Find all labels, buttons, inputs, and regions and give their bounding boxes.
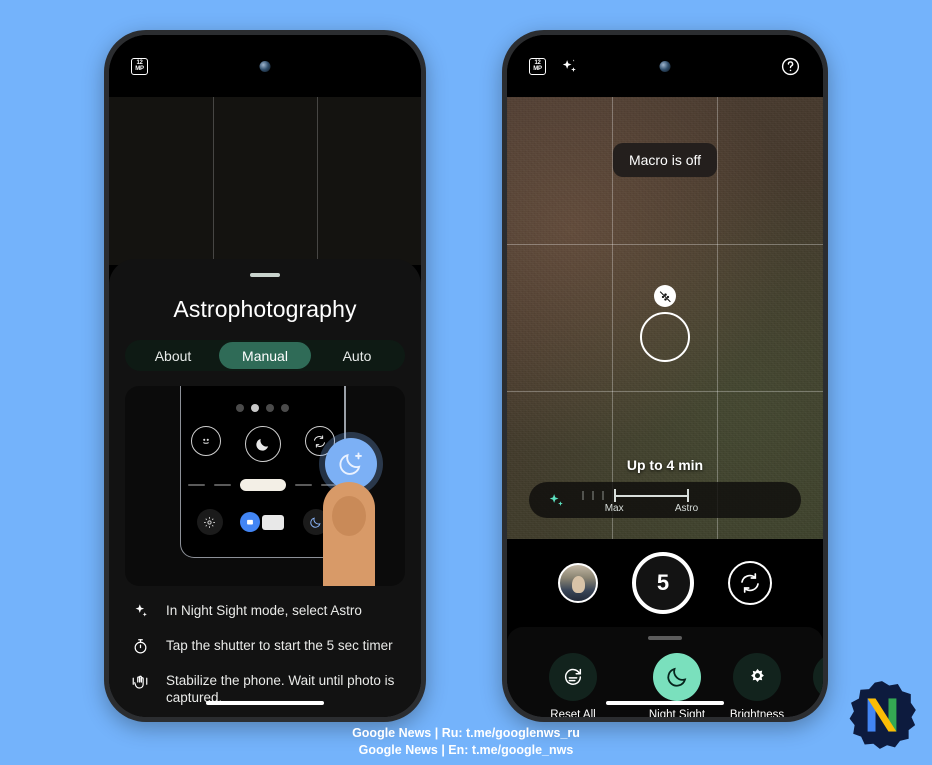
illustration-bottom-row	[181, 509, 344, 535]
astro-exposure-slider[interactable]: Max Astro	[529, 482, 801, 518]
video-mode-icon	[261, 514, 284, 530]
tab-about[interactable]: About	[127, 342, 219, 369]
timer-icon	[130, 637, 150, 655]
illustration-page-dots	[181, 404, 344, 412]
moon-icon	[653, 653, 701, 701]
gear-icon	[196, 509, 223, 535]
instruction-text: In Night Sight mode, select Astro	[166, 603, 362, 618]
front-camera-punch-hole	[259, 61, 271, 72]
zoom-dash	[213, 484, 231, 486]
instruction-row: Tap the shutter to start the 5 sec timer	[125, 637, 405, 655]
front-camera-punch-hole	[659, 61, 671, 72]
photo-mode-selected-icon	[239, 512, 260, 532]
slider-range-line	[616, 495, 687, 497]
grid-line-horizontal-1	[507, 244, 823, 246]
sparkle-auto-icon[interactable]	[560, 57, 579, 76]
zoom-selected-pill	[239, 479, 286, 491]
instruction-list: In Night Sight mode, select Astro Tap th…	[125, 602, 405, 706]
footer-credits: Google News | Ru: t.me/googlenws_ru Goog…	[0, 725, 932, 759]
night-sight-icon	[244, 426, 281, 462]
sparkle-icon	[130, 602, 150, 620]
illustration-phone-frame	[180, 386, 345, 558]
page-dot	[236, 404, 244, 412]
slider-tick-astro	[686, 489, 689, 502]
right-phone-mockup: 12 MP Macro is off Up to 4 min Max Astro…	[502, 30, 828, 722]
gallery-thumbnail[interactable]	[558, 563, 598, 603]
illustration-card	[125, 386, 405, 586]
grid-line-vertical-2	[316, 97, 318, 265]
tab-bar: About Manual Auto	[125, 340, 405, 371]
setting-reset-all[interactable]: Reset All	[545, 653, 601, 717]
illustration-icon-row	[181, 426, 344, 462]
setting-night-sight[interactable]: Night Sight	[649, 653, 705, 717]
zoom-dash	[187, 484, 205, 486]
sparkle-icon	[547, 491, 566, 510]
photo-video-mode-toggle	[237, 510, 288, 534]
slider-tick-faint	[602, 491, 604, 500]
stabilize-hand-icon	[130, 672, 150, 691]
resolution-badge-bottom: MP	[533, 66, 542, 72]
page-dot-active	[251, 404, 259, 412]
tab-auto[interactable]: Auto	[311, 342, 403, 369]
slider-tick-faint	[582, 491, 584, 500]
setting-label: Shadow	[816, 709, 823, 717]
face-retouch-icon	[190, 426, 221, 456]
grid-line-horizontal-2	[507, 391, 823, 393]
pointing-finger	[323, 482, 375, 586]
timer-countdown-value: 5	[656, 570, 670, 595]
resolution-badge-bottom: MP	[135, 66, 144, 72]
help-circle-icon[interactable]	[780, 56, 801, 77]
macro-tooltip: Macro is off	[612, 143, 718, 177]
instruction-row: In Night Sight mode, select Astro	[125, 602, 405, 620]
footer-line-ru[interactable]: Google News | Ru: t.me/googlenws_ru	[0, 725, 932, 742]
reset-icon	[549, 653, 597, 701]
astrophotography-sheet: Astrophotography About Manual Auto In Ni…	[109, 259, 421, 717]
tab-manual[interactable]: Manual	[219, 342, 311, 369]
macro-off-icon	[654, 285, 676, 307]
shutter-button[interactable]: 5	[632, 552, 694, 614]
left-phone-mockup: 12 MP Astrophotography About Manual Auto	[104, 30, 426, 722]
setting-shadow[interactable]: Shadow	[809, 653, 823, 717]
page-title: Astrophotography	[173, 296, 357, 322]
setting-label: Reset All	[550, 709, 596, 717]
flip-camera-icon[interactable]	[728, 561, 772, 605]
setting-label: Brightness	[729, 709, 785, 717]
settings-row: Reset All Night Sight Brightness S	[507, 640, 823, 717]
sheet-drag-handle[interactable]	[250, 273, 280, 277]
shadow-icon	[813, 653, 823, 701]
page-dot	[281, 404, 289, 412]
left-viewfinder[interactable]	[109, 97, 421, 265]
page-dot	[266, 404, 274, 412]
slider-label-astro: Astro	[674, 503, 699, 514]
news-logo-badge	[849, 681, 916, 749]
setting-brightness[interactable]: Brightness	[729, 653, 785, 717]
grid-line-vertical-1	[212, 97, 214, 265]
slider-track[interactable]: Max Astro	[582, 482, 783, 518]
shutter-bar: 5	[507, 539, 823, 627]
resolution-badge-icon[interactable]: 12 MP	[131, 57, 148, 75]
brightness-icon	[733, 653, 781, 701]
home-indicator	[606, 701, 724, 705]
setting-label: Night Sight	[648, 709, 706, 717]
exposure-duration-label: Up to 4 min	[626, 457, 704, 473]
zoom-dash	[294, 484, 312, 486]
instruction-text: Tap the shutter to start the 5 sec timer	[166, 638, 393, 653]
focus-ring[interactable]	[640, 312, 690, 362]
resolution-badge-icon[interactable]: 12 MP	[529, 57, 546, 75]
slider-tick-faint	[592, 491, 594, 500]
camera-viewfinder[interactable]: Macro is off Up to 4 min Max Astro	[507, 97, 823, 539]
home-indicator	[206, 701, 324, 705]
slider-label-max: Max	[604, 503, 624, 514]
illustration-zoom-row	[181, 479, 344, 491]
footer-line-en[interactable]: Google News | En: t.me/google_nws	[0, 742, 932, 759]
